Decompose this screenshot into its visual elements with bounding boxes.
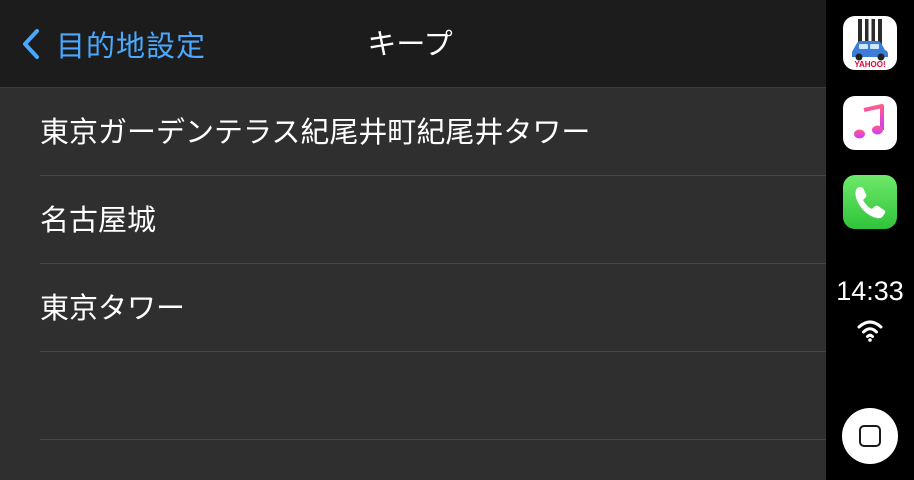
- phone-icon[interactable]: [843, 175, 897, 229]
- yahoo-logo-text: YAHOO!: [854, 60, 885, 69]
- back-button-label: 目的地設定: [56, 29, 207, 63]
- list-separator: [40, 439, 826, 440]
- wifi-icon: [857, 320, 883, 342]
- main-panel: 目的地設定 キープ 東京ガーデンテラス紀尾井町紀尾井タワー 名古屋城 東京タワー: [0, 0, 826, 480]
- keep-list: 東京ガーデンテラス紀尾井町紀尾井タワー 名古屋城 東京タワー: [0, 88, 826, 440]
- list-item-label: 名古屋城: [40, 203, 157, 237]
- list-item-empty: [0, 352, 826, 440]
- list-item[interactable]: 名古屋城: [0, 176, 826, 264]
- back-button[interactable]: 目的地設定: [20, 22, 206, 66]
- home-button[interactable]: [842, 408, 898, 464]
- page-title: キープ: [367, 27, 453, 61]
- list-item-label: 東京ガーデンテラス紀尾井町紀尾井タワー: [40, 115, 591, 149]
- carplay-dock: YAHOO! 14:33: [826, 0, 914, 480]
- status-time: 14:33: [836, 276, 904, 306]
- list-item-label: 東京タワー: [40, 291, 186, 325]
- navigation-bar: 目的地設定 キープ: [0, 0, 826, 88]
- music-icon[interactable]: [843, 96, 897, 150]
- list-item[interactable]: 東京ガーデンテラス紀尾井町紀尾井タワー: [0, 88, 826, 176]
- home-button-icon: [859, 425, 881, 447]
- carplay-screen: 目的地設定 キープ 東京ガーデンテラス紀尾井町紀尾井タワー 名古屋城 東京タワー: [0, 0, 914, 480]
- yahoo-car-navi-icon[interactable]: YAHOO!: [843, 16, 897, 70]
- chevron-left-icon: [23, 29, 39, 59]
- list-item[interactable]: 東京タワー: [0, 264, 826, 352]
